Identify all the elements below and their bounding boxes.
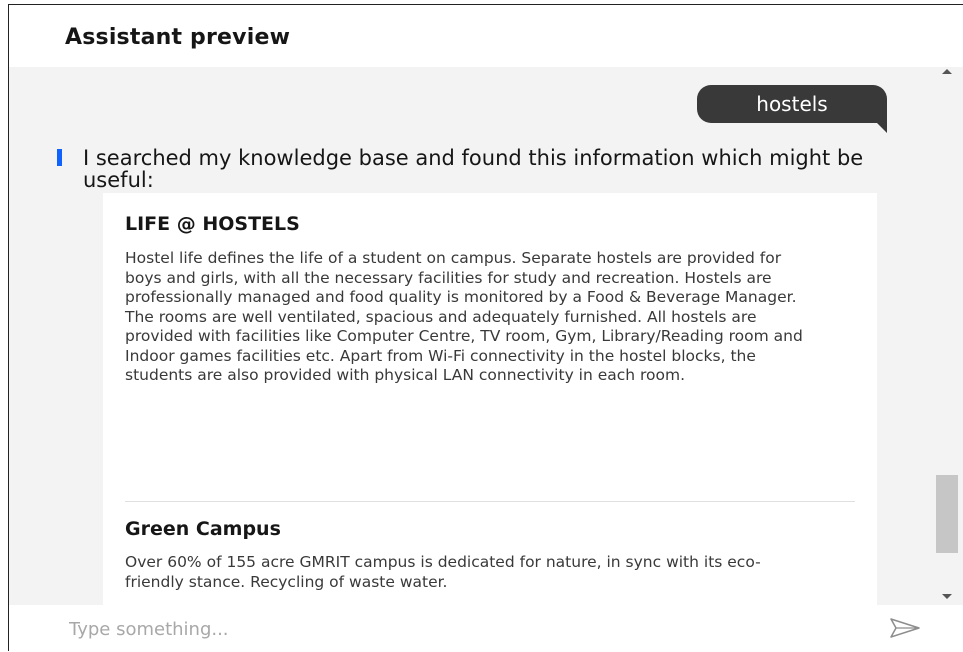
chat-scrollbar[interactable]: [931, 67, 963, 605]
scroll-up-arrow-icon[interactable]: [942, 69, 952, 74]
result-title: LIFE @ HOSTELS: [125, 213, 300, 235]
scroll-down-arrow-icon[interactable]: [942, 594, 952, 599]
message-input-bar: [9, 605, 963, 652]
result-body: Hostel life defines the life of a studen…: [125, 249, 803, 384]
send-icon[interactable]: [889, 617, 921, 639]
user-message-text: hostels: [756, 92, 828, 116]
assistant-preview-window: Assistant preview hostels I searched my …: [8, 4, 963, 652]
chat-transcript[interactable]: hostels I searched my knowledge base and…: [9, 67, 931, 605]
header: Assistant preview: [9, 5, 963, 67]
result-divider: [125, 501, 855, 502]
bubble-tail: [877, 123, 887, 133]
message-input[interactable]: [67, 613, 861, 645]
bot-message-marker: [57, 149, 62, 166]
scrollbar-thumb[interactable]: [936, 475, 958, 553]
result-body: Over 60% of 155 acre GMRIT campus is ded…: [125, 553, 761, 591]
bot-intro-text: I searched my knowledge base and found t…: [83, 146, 864, 192]
result-title: Green Campus: [125, 518, 281, 540]
page-title: Assistant preview: [65, 25, 291, 50]
search-result-card: LIFE @ HOSTELS Hostel life defines the l…: [103, 193, 877, 605]
user-message-bubble: hostels: [697, 85, 887, 133]
